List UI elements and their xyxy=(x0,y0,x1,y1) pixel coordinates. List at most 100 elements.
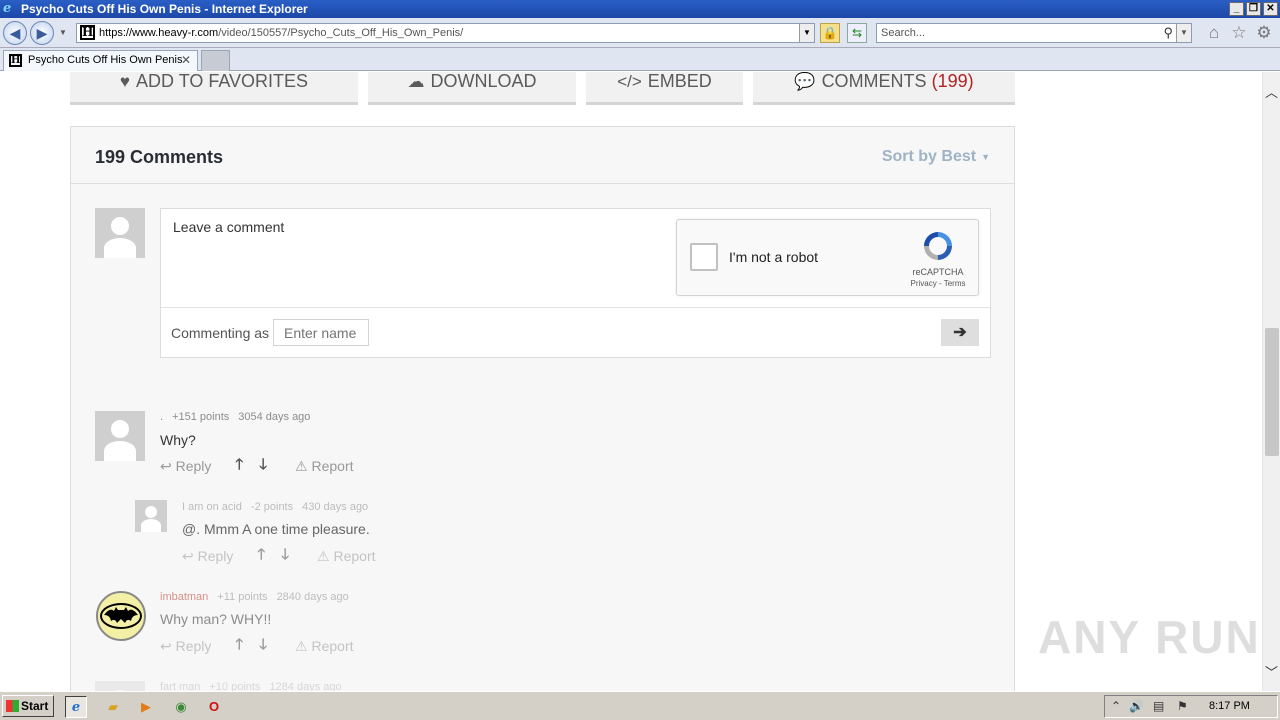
tab-active[interactable]: H Psycho Cuts Off His Own Penis ✕ xyxy=(3,50,198,71)
comment-points: +11 points xyxy=(217,591,268,603)
history-dropdown-icon[interactable]: ▼ xyxy=(59,28,67,37)
comment-author[interactable]: fart man xyxy=(160,681,200,691)
lock-icon[interactable]: 🔒 xyxy=(820,23,840,43)
avatar-head-shape xyxy=(111,420,129,438)
code-icon: </> xyxy=(617,72,642,91)
page-scrollbar[interactable]: ︿ ﹀ xyxy=(1262,72,1280,691)
avatar-head-shape xyxy=(111,217,129,235)
minimize-button[interactable]: _ xyxy=(1229,2,1244,16)
start-button[interactable]: Start xyxy=(2,695,54,717)
action-center-flag-icon[interactable]: ⚑ xyxy=(1177,699,1188,713)
editor-divider xyxy=(161,307,990,308)
favorites-star-icon[interactable]: ☆ xyxy=(1230,24,1248,42)
comment-age: 2840 days ago xyxy=(276,591,349,603)
tab-strip: H Psycho Cuts Off His Own Penis ✕ xyxy=(0,48,1280,71)
comments-panel: 199 Comments Sort by Best ▼ Leave a comme… xyxy=(70,126,1015,691)
taskbar-ie-icon[interactable]: e xyxy=(65,696,87,718)
reply-button[interactable]: ↩ Reply xyxy=(182,548,233,565)
page-content: ♥ ADD TO FAVORITES ☁ DOWNLOAD </> EMBED 💬 CO… xyxy=(0,72,1262,691)
download-button[interactable]: ☁ DOWNLOAD xyxy=(368,72,576,105)
reply-label: Reply xyxy=(175,638,212,654)
report-button[interactable]: ⚠ Report xyxy=(295,638,353,655)
search-input[interactable]: Search... ⚲ ▼ xyxy=(876,23,1192,43)
comment-textarea[interactable]: Leave a comment xyxy=(173,219,284,235)
download-label: DOWNLOAD xyxy=(430,72,537,91)
search-dropdown-icon[interactable]: ▼ xyxy=(1176,24,1191,42)
upvote-arrow-icon[interactable]: 🡑 xyxy=(235,634,243,659)
reply-button[interactable]: ↩ Reply xyxy=(160,458,211,475)
comment-meta: I am on acid -2 points 430 days ago xyxy=(182,501,368,513)
recaptcha-privacy-terms[interactable]: Privacy - Terms xyxy=(903,279,973,288)
recaptcha-label: I'm not a robot xyxy=(729,249,819,265)
batman-logo-icon xyxy=(100,603,142,629)
reply-icon: ↩ xyxy=(160,458,172,474)
embed-button[interactable]: </> EMBED xyxy=(586,72,743,105)
recaptcha-checkbox[interactable] xyxy=(690,243,718,271)
reply-button[interactable]: ↩ Reply xyxy=(160,638,211,655)
taskbar-chrome-icon[interactable]: ◉ xyxy=(170,696,192,718)
comment-meta: fart man +10 points 1284 days ago xyxy=(160,681,342,691)
comment-meta: imbatman +11 points 2840 days ago xyxy=(160,591,349,603)
home-icon[interactable]: ⌂ xyxy=(1205,24,1223,42)
window-title-bar: e Psycho Cuts Off His Own Penis - Intern… xyxy=(0,0,1280,18)
url-path: /video/150557/Psycho_Cuts_Off_His_Own_Pe… xyxy=(218,27,464,39)
windows-flag-icon xyxy=(6,700,19,712)
close-tab-icon[interactable]: ✕ xyxy=(181,51,191,70)
sort-dropdown[interactable]: Sort by Best ▼ xyxy=(882,148,990,166)
search-placeholder: Search... xyxy=(881,27,926,39)
forward-button[interactable]: ▶ xyxy=(30,21,54,45)
downvote-arrow-icon[interactable]: 🡓 xyxy=(259,634,267,659)
taskbar-media-player-icon[interactable]: ▶ xyxy=(135,696,157,718)
address-toolbar: ◀ ▶ ▼ H https://www.heavy-r.com/video/15… xyxy=(0,18,1280,48)
close-window-button[interactable]: ✕ xyxy=(1263,2,1278,16)
comments-heading: 199 Comments xyxy=(95,147,224,167)
refresh-icon[interactable]: ⇆ xyxy=(847,23,867,43)
comment-actions: ↩ Reply 🡑 🡓 ⚠ Report xyxy=(182,544,376,569)
downvote-arrow-icon[interactable]: 🡓 xyxy=(259,454,267,479)
upvote-arrow-icon[interactable]: 🡑 xyxy=(235,454,243,479)
address-input[interactable]: H https://www.heavy-r.com/video/150557/P… xyxy=(76,23,815,43)
taskbar-folder-icon[interactable]: ▰ xyxy=(102,696,124,718)
sort-label: Sort by Best xyxy=(881,148,977,165)
caret-down-icon: ▼ xyxy=(981,151,990,162)
search-icon[interactable]: ⚲ xyxy=(1163,24,1173,42)
report-button[interactable]: ⚠ Report xyxy=(295,458,353,475)
downvote-arrow-icon[interactable]: 🡓 xyxy=(281,544,289,569)
clock[interactable]: 8:17 PM xyxy=(1209,700,1250,712)
tray-expand-icon[interactable]: ⌃ xyxy=(1111,699,1121,713)
comment-actions: ↩ Reply 🡑 🡓 ⚠ Report xyxy=(160,634,354,659)
taskbar-opera-icon[interactable]: O xyxy=(203,696,225,718)
back-button[interactable]: ◀ xyxy=(3,21,27,45)
avatar-body-shape xyxy=(104,238,136,258)
comment-points: +151 points xyxy=(172,411,230,423)
volume-icon[interactable]: 🔊 xyxy=(1129,699,1144,713)
submit-comment-button[interactable]: ➔ xyxy=(941,319,979,346)
comment-text: Why man? WHY!! xyxy=(160,611,272,627)
warning-icon: ⚠ xyxy=(295,638,308,654)
scroll-down-icon[interactable]: ﹀ xyxy=(1263,662,1280,681)
network-icon[interactable]: ▤ xyxy=(1153,699,1164,713)
comment-author[interactable]: imbatman xyxy=(160,591,208,603)
comments-button[interactable]: 💬 COMMENTS (199) xyxy=(753,72,1015,105)
scroll-up-icon[interactable]: ︿ xyxy=(1263,82,1280,101)
comment-author[interactable]: . xyxy=(160,411,163,423)
add-to-favorites-button[interactable]: ♥ ADD TO FAVORITES xyxy=(70,72,358,105)
restore-button[interactable]: ❐ xyxy=(1246,2,1261,16)
scroll-thumb[interactable] xyxy=(1265,328,1279,456)
comment-author[interactable]: I am on acid xyxy=(182,501,242,513)
heart-icon: ♥ xyxy=(119,72,131,91)
address-dropdown-icon[interactable]: ▼ xyxy=(799,24,814,42)
gear-icon[interactable]: ⚙ xyxy=(1255,24,1273,42)
report-label: Report xyxy=(311,458,354,474)
system-tray: ⌃ 🔊 ▤ ⚑ 8:17 PM xyxy=(1104,695,1278,718)
name-input[interactable] xyxy=(273,319,369,346)
warning-icon: ⚠ xyxy=(317,548,330,564)
new-tab-button[interactable] xyxy=(201,50,230,71)
embed-label: EMBED xyxy=(647,72,712,91)
reply-icon: ↩ xyxy=(182,548,194,564)
report-label: Report xyxy=(333,548,376,564)
favorites-label: ADD TO FAVORITES xyxy=(136,72,309,91)
upvote-arrow-icon[interactable]: 🡑 xyxy=(257,544,265,569)
report-button[interactable]: ⚠ Report xyxy=(317,548,375,565)
site-favicon-icon: H xyxy=(80,25,95,40)
